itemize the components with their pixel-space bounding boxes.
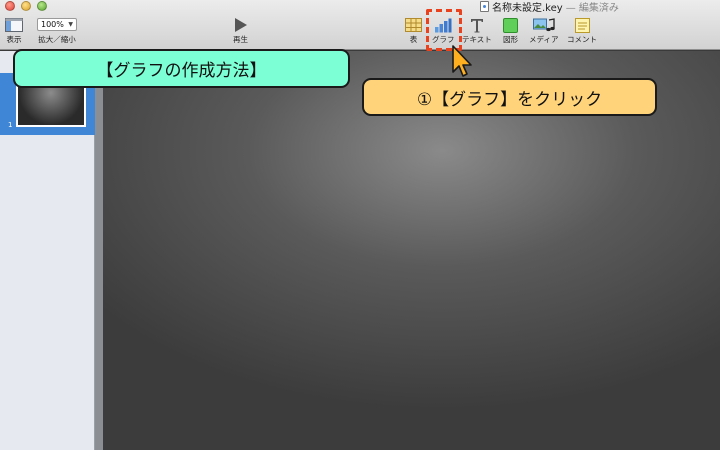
toolbar: 名称未設定.key — 編集済み 表示 100% ▼ 拡大／縮小 再生 表 グラ… <box>0 0 720 50</box>
comment-button[interactable]: コメント <box>567 17 597 45</box>
minimize-window-button[interactable] <box>21 1 31 11</box>
step-callout: ①【グラフ】をクリック <box>362 78 657 116</box>
mouse-pointer-icon <box>450 44 476 86</box>
zoom-select[interactable]: 100% ▼ <box>37 18 77 31</box>
table-icon <box>405 17 422 33</box>
text-icon <box>470 17 484 33</box>
media-label: メディア <box>529 35 559 44</box>
close-window-button[interactable] <box>5 1 15 11</box>
shape-label: 図形 <box>503 35 518 44</box>
table-button[interactable]: 表 <box>405 17 422 45</box>
zoom-value: 100% <box>41 20 64 29</box>
shape-button[interactable]: 図形 <box>503 17 518 45</box>
zoom-label: 拡大／縮小 <box>38 35 76 44</box>
table-label: 表 <box>409 35 418 44</box>
document-icon <box>480 1 489 12</box>
navigator-splitter[interactable] <box>95 51 103 450</box>
play-label: 再生 <box>233 35 248 44</box>
window-title: 名称未設定.key — 編集済み <box>480 0 619 14</box>
view-label: 表示 <box>6 35 22 44</box>
play-button[interactable]: 再生 <box>233 16 248 45</box>
document-status: — 編集済み <box>565 3 619 14</box>
slide-navigator[interactable]: 1 <box>0 51 95 450</box>
window-controls <box>5 1 47 11</box>
media-button[interactable]: メディア <box>529 17 558 45</box>
text-button[interactable]: テキスト <box>462 17 492 45</box>
document-name: 名称未設定.key <box>492 3 563 14</box>
zoom-window-button[interactable] <box>37 1 47 11</box>
comment-icon <box>574 17 590 33</box>
comment-label: コメント <box>567 35 597 44</box>
slide-number: 1 <box>8 121 13 129</box>
zoom-control[interactable]: 100% ▼ 拡大／縮小 <box>37 18 77 45</box>
view-button[interactable]: 表示 <box>5 17 23 45</box>
play-icon <box>234 16 248 33</box>
chevron-down-icon: ▼ <box>68 21 73 28</box>
sidebar-view-icon <box>5 17 23 33</box>
shape-icon <box>503 17 518 33</box>
media-icon <box>532 17 555 33</box>
title-callout: 【グラフの作成方法】 <box>13 49 350 88</box>
